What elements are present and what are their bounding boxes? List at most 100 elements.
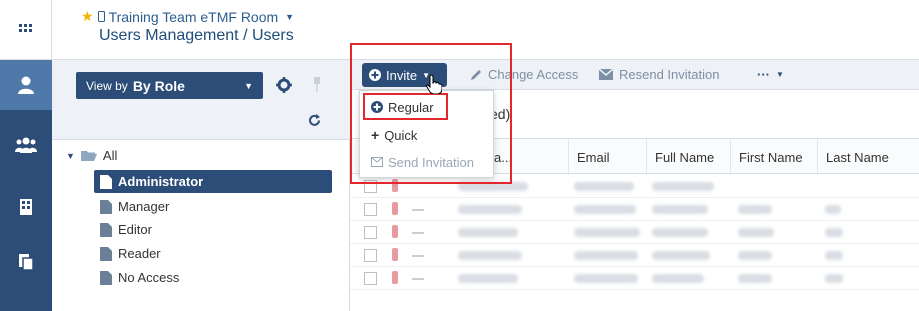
- page-title: Users Management / Users: [99, 27, 294, 44]
- column-header-full-name[interactable]: Full Name: [646, 139, 730, 175]
- gear-icon[interactable]: [276, 77, 292, 96]
- tree-node-label: Editor: [118, 222, 152, 237]
- file-icon: [100, 246, 112, 261]
- more-label: ···: [757, 67, 770, 82]
- viewby-dropdown[interactable]: View by By Role ▼: [76, 72, 263, 99]
- status-flag-icon: [392, 248, 398, 261]
- users-group-icon: [15, 137, 37, 153]
- blurred-cell: [825, 274, 843, 283]
- folder-open-icon: [80, 150, 97, 161]
- status-flag-icon: [392, 271, 398, 284]
- blurred-cell: [574, 182, 634, 191]
- blurred-cell: [458, 251, 522, 260]
- row-checkbox[interactable]: [364, 249, 377, 262]
- invite-label: Invite: [386, 67, 418, 83]
- menu-item-regular[interactable]: Regular: [366, 96, 434, 118]
- column-header-name[interactable]: a...: [485, 139, 568, 175]
- tree-node-label: Manager: [118, 199, 170, 214]
- chevron-down-icon[interactable]: ▼: [285, 12, 294, 22]
- tree-node-no-access[interactable]: No Access: [94, 266, 332, 289]
- hand-cursor-icon: [426, 74, 443, 97]
- role-sidebar: View by By Role ▼ ▼ All Administrator Ma…: [52, 60, 350, 311]
- tree-node-editor[interactable]: Editor: [94, 218, 332, 241]
- nav-item-documents[interactable]: [0, 237, 52, 287]
- status-flag-icon: [392, 179, 398, 192]
- resend-invitation-label: Resend Invitation: [619, 67, 720, 82]
- row-checkbox[interactable]: [364, 226, 377, 239]
- apps-menu-button[interactable]: [0, 0, 52, 60]
- blurred-cell: [738, 205, 772, 214]
- user-icon: [18, 76, 34, 94]
- file-icon: [100, 270, 112, 285]
- blurred-cell: [738, 251, 772, 260]
- column-header-email[interactable]: Email: [568, 139, 646, 175]
- row-checkbox[interactable]: [364, 180, 377, 193]
- nav-item-building[interactable]: [0, 182, 52, 232]
- viewby-value: By Role: [132, 77, 185, 94]
- blurred-cell: [458, 182, 528, 191]
- blurred-cell: [574, 251, 638, 260]
- file-icon: [100, 174, 112, 189]
- pin-icon[interactable]: [312, 77, 322, 95]
- column-header-first-name[interactable]: First Name: [730, 139, 817, 175]
- blurred-cell: [652, 205, 708, 214]
- dash-icon: [412, 278, 424, 280]
- file-icon: [100, 222, 112, 237]
- chevron-down-icon: ▼: [776, 70, 784, 79]
- blurred-cell: [825, 228, 843, 237]
- menu-item-quick[interactable]: + Quick: [366, 124, 417, 146]
- blurred-cell: [738, 274, 772, 283]
- table-row[interactable]: [350, 267, 919, 290]
- table-row[interactable]: [350, 244, 919, 267]
- tree-node-label: Administrator: [118, 174, 204, 189]
- table-row[interactable]: [350, 198, 919, 221]
- grid-icon: [19, 24, 33, 39]
- menu-item-send-invitation[interactable]: Send Invitation: [366, 151, 474, 173]
- nav-item-user[interactable]: [0, 60, 52, 110]
- plus-circle-icon: [369, 69, 381, 81]
- more-actions-button[interactable]: ··· ▼: [757, 67, 784, 82]
- tree-root-label: All: [102, 148, 118, 163]
- chevron-down-icon[interactable]: ▼: [66, 151, 75, 161]
- tree-node-label: Reader: [118, 246, 161, 261]
- invite-dropdown-menu: Regular + Quick Send Invitation: [359, 90, 494, 178]
- room-breadcrumb[interactable]: ★ Training Team eTMF Room ▼: [81, 8, 294, 25]
- envelope-icon: [371, 157, 383, 167]
- tree-node-reader[interactable]: Reader: [94, 242, 332, 265]
- resend-invitation-button[interactable]: Resend Invitation: [599, 67, 719, 82]
- star-icon[interactable]: ★: [81, 8, 94, 25]
- row-checkbox[interactable]: [364, 272, 377, 285]
- page-header: ★ Training Team eTMF Room ▼ Users Manage…: [52, 0, 919, 60]
- blurred-cell: [652, 274, 704, 283]
- blurred-cell: [652, 251, 710, 260]
- table-row[interactable]: [350, 221, 919, 244]
- change-access-label: Change Access: [488, 67, 579, 82]
- phone-icon: [97, 11, 105, 22]
- dash-icon: [412, 232, 424, 234]
- tree-node-manager[interactable]: Manager: [94, 195, 332, 218]
- row-checkbox[interactable]: [364, 203, 377, 216]
- blurred-cell: [825, 251, 843, 260]
- dash-icon: [412, 209, 424, 211]
- room-name: Training Team eTMF Room: [108, 8, 279, 25]
- blurred-cell: [652, 182, 714, 191]
- change-access-button[interactable]: Change Access: [470, 67, 578, 82]
- blurred-cell: [458, 205, 522, 214]
- tree-node-administrator[interactable]: Administrator: [94, 170, 332, 193]
- documents-icon: [19, 254, 34, 271]
- tree-root-all[interactable]: ▼ All: [66, 148, 117, 163]
- menu-item-label: Send Invitation: [388, 154, 475, 170]
- chevron-down-icon: ▼: [244, 80, 253, 91]
- viewby-label: View by: [86, 78, 128, 93]
- envelope-icon: [599, 69, 613, 80]
- blurred-cell: [458, 274, 518, 283]
- dash-icon: [412, 255, 424, 257]
- column-header-last-name[interactable]: Last Name: [817, 139, 919, 175]
- tree-node-label: No Access: [118, 270, 180, 285]
- menu-item-label: Regular: [388, 99, 434, 115]
- pencil-icon: [471, 69, 481, 80]
- building-icon: [20, 199, 32, 215]
- nav-item-groups[interactable]: [0, 120, 52, 170]
- table-row[interactable]: [350, 175, 919, 198]
- refresh-icon[interactable]: [308, 114, 321, 130]
